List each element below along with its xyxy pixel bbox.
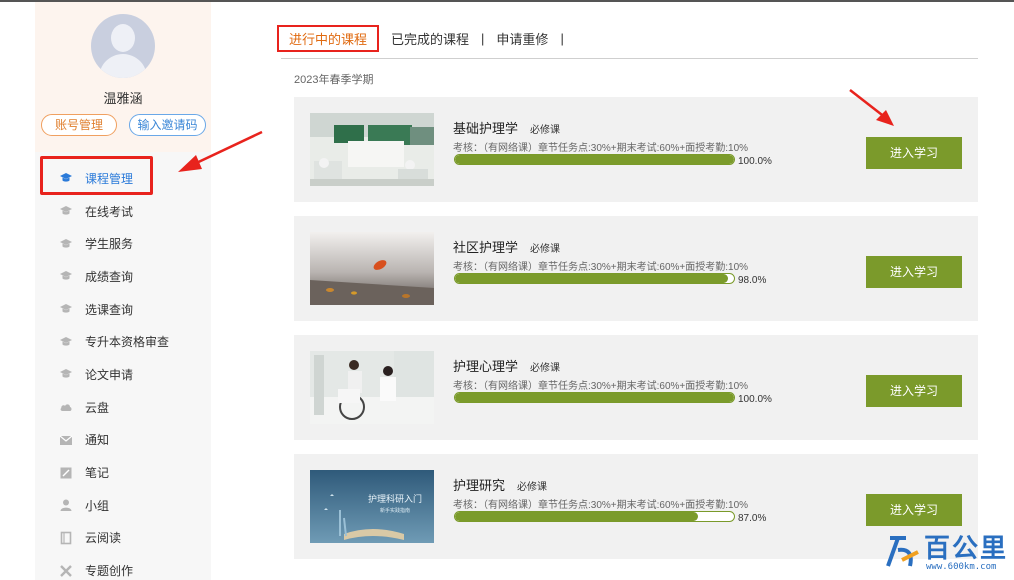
sidebar-item-label: 专升本资格审查 xyxy=(85,335,170,350)
course-tag: 必修课 xyxy=(517,482,548,493)
progress-text: 100.0% xyxy=(738,394,772,405)
sidebar-item-cloud-reading[interactable]: 云阅读 xyxy=(35,522,211,555)
course-thumbnail-research[interactable]: 护理科研入门 新手实践指南 xyxy=(310,470,434,543)
watermark-logo: 百公里 www.600km.com xyxy=(884,528,1012,578)
tab-in-progress[interactable]: 进行中的课程 xyxy=(277,24,380,52)
course-title-text: 护理心理学 xyxy=(453,359,519,374)
sidebar-item-label: 在线考试 xyxy=(85,204,134,219)
avatar-head-icon xyxy=(111,24,135,52)
sidebar-item-course-selection[interactable]: 选课查询 xyxy=(35,293,211,326)
enter-study-button[interactable]: 进入学习 xyxy=(866,256,962,288)
watermark-url: www.600km.com xyxy=(926,562,997,572)
term-label: 2023年春季学期 xyxy=(294,74,374,86)
course-title-text: 护理研究 xyxy=(453,478,506,493)
thumbnail-subtitle: 新手实践指南 xyxy=(380,507,410,514)
course-tabs: 进行中的课程 已完成的课程 | 申请重修 | xyxy=(277,24,572,52)
course-thumbnail-classroom[interactable] xyxy=(310,113,434,186)
course-assessment-rule: 考核：（有网络课）章节任务点:30%+期末考试:60%+面授考勤:10% xyxy=(453,500,749,511)
course-title-text: 基础护理学 xyxy=(453,121,519,136)
progress-bar xyxy=(454,154,735,165)
graduation-cap-icon xyxy=(59,237,73,251)
progress-text: 87.0% xyxy=(738,513,767,524)
course-title[interactable]: 护理研究 必修课 xyxy=(453,475,547,494)
username: 温雅涵 xyxy=(103,91,143,106)
sidebar-item-label: 专题创作 xyxy=(85,564,134,579)
enter-study-button[interactable]: 进入学习 xyxy=(866,375,962,407)
watermark-text: 百公里 xyxy=(924,534,1009,564)
envelope-icon xyxy=(59,433,73,447)
progress-bar xyxy=(454,273,735,284)
course-title[interactable]: 社区护理学 必修课 xyxy=(453,237,560,256)
course-assessment-rule: 考核：（有网络课）章节任务点:30%+期末考试:60%+面授考勤:10% xyxy=(453,262,749,273)
sidebar-item-notifications[interactable]: 通知 xyxy=(35,424,211,457)
sidebar-item-label: 云阅读 xyxy=(85,531,122,546)
sidebar-item-label: 小组 xyxy=(85,498,110,513)
progress-fill xyxy=(455,393,734,402)
course-thumbnail-leaf[interactable] xyxy=(310,232,434,305)
sidebar-item-topic-creation[interactable]: 专题创作 xyxy=(35,554,211,580)
sidebar-item-thesis[interactable]: 论文申请 xyxy=(35,358,211,391)
course-title-text: 社区护理学 xyxy=(453,240,519,255)
course-card: 社区护理学 必修课 考核：（有网络课）章节任务点:30%+期末考试:60%+面授考… xyxy=(294,216,978,321)
progress-fill xyxy=(455,274,729,283)
course-tag: 必修课 xyxy=(530,125,561,136)
tab-completed[interactable]: 已完成的课程 xyxy=(387,29,473,48)
graduation-cap-icon xyxy=(59,302,73,316)
sidebar-item-cloud-drive[interactable]: 云盘 xyxy=(35,391,211,424)
sidebar-item-notes[interactable]: 笔记 xyxy=(35,456,211,489)
annotation-arrow-icon xyxy=(178,130,263,172)
book-icon xyxy=(59,531,73,545)
sidebar-item-student-services[interactable]: 学生服务 xyxy=(35,227,211,260)
account-management-button[interactable]: 账号管理 xyxy=(41,114,117,136)
annotation-arrow-icon xyxy=(849,89,894,126)
cloud-icon xyxy=(59,400,73,414)
course-title[interactable]: 护理心理学 必修课 xyxy=(453,356,560,375)
avatar-body-icon xyxy=(99,54,147,78)
note-icon xyxy=(59,466,73,480)
progress-fill xyxy=(455,512,698,521)
thumbnail-title: 护理科研入门 xyxy=(368,493,422,505)
sidebar-item-label: 云盘 xyxy=(85,400,110,415)
graduation-cap-icon xyxy=(59,367,73,381)
annotation-highlight-box xyxy=(40,156,153,195)
tabs-divider xyxy=(281,58,978,59)
sidebar-item-grades[interactable]: 成绩查询 xyxy=(35,260,211,293)
progress-text: 98.0% xyxy=(738,275,767,286)
progress-bar xyxy=(454,511,735,522)
sidebar-item-label: 通知 xyxy=(85,433,110,448)
enter-study-button[interactable]: 进入学习 xyxy=(866,494,962,526)
tab-separator: | xyxy=(481,30,485,46)
course-card: 护理心理学 必修课 考核：（有网络课）章节任务点:30%+期末考试:60%+面授考… xyxy=(294,335,978,440)
sidebar-item-label: 学生服务 xyxy=(85,237,134,252)
course-tag: 必修课 xyxy=(530,244,561,255)
sidebar-menu: 课程管理 在线考试 学生服务 成绩查询 选课查询 专升本资格审查 论文申请 云盘… xyxy=(35,162,211,580)
enter-study-button[interactable]: 进入学习 xyxy=(866,137,962,169)
sidebar-item-qualification-review[interactable]: 专升本资格审查 xyxy=(35,325,211,358)
sidebar: 温雅涵 账号管理 输入邀请码 课程管理 在线考试 学生服务 成绩查询 选课查询 … xyxy=(35,2,211,580)
graduation-cap-icon xyxy=(59,269,73,283)
sidebar-item-label: 论文申请 xyxy=(85,367,134,382)
progress-text: 100.0% xyxy=(738,156,772,167)
sidebar-item-groups[interactable]: 小组 xyxy=(35,489,211,522)
sidebar-item-label: 成绩查询 xyxy=(85,269,134,284)
course-assessment-rule: 考核：（有网络课）章节任务点:30%+期末考试:60%+面授考勤:10% xyxy=(453,143,749,154)
graduation-cap-icon xyxy=(59,204,73,218)
avatar[interactable] xyxy=(91,14,155,78)
course-title[interactable]: 基础护理学 必修课 xyxy=(453,118,560,137)
user-icon xyxy=(59,498,73,512)
course-assessment-rule: 考核：（有网络课）章节任务点:30%+期末考试:60%+面授考勤:10% xyxy=(453,381,749,392)
course-card: 护理科研入门 新手实践指南 护理研究 必修课 考核：（有网络课）章节任务点:30%… xyxy=(294,454,978,559)
watermark-emblem-icon xyxy=(886,536,919,567)
tab-retake[interactable]: 申请重修 xyxy=(492,29,552,48)
sidebar-item-online-exam[interactable]: 在线考试 xyxy=(35,195,211,228)
tools-icon xyxy=(59,564,73,578)
sidebar-item-label: 笔记 xyxy=(85,466,110,481)
progress-fill xyxy=(455,155,734,164)
course-thumbnail-nursing[interactable] xyxy=(310,351,434,424)
progress-bar xyxy=(454,392,735,403)
course-tag: 必修课 xyxy=(530,363,561,374)
sidebar-item-label: 选课查询 xyxy=(85,302,134,317)
tab-separator: | xyxy=(560,30,564,46)
graduation-cap-icon xyxy=(59,335,73,349)
